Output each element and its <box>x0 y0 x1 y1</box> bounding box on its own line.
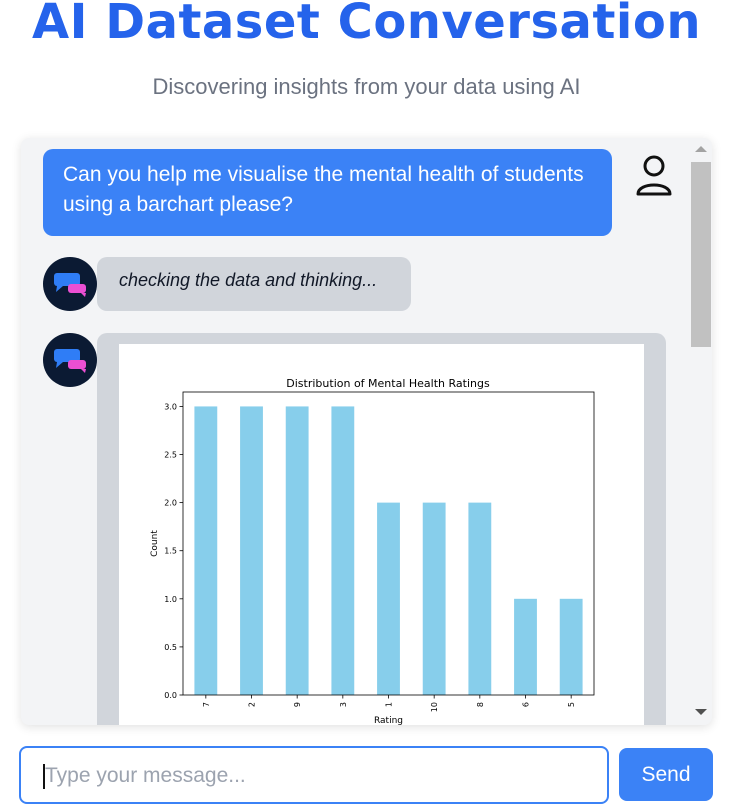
x-tick-label: 9 <box>293 702 302 707</box>
chart-bar <box>514 598 537 695</box>
x-tick-label: 2 <box>248 702 257 707</box>
bar-chart: Distribution of Mental Health Ratings 0.… <box>150 377 595 725</box>
user-message-bubble: Can you help me visualise the mental hea… <box>43 149 612 236</box>
x-tick-label: 6 <box>522 702 531 707</box>
x-tick-label: 8 <box>476 702 485 707</box>
chart-image: Distribution of Mental Health Ratings 0.… <box>119 344 644 725</box>
chart-bar <box>285 406 309 695</box>
chart-bar <box>194 406 218 695</box>
text-caret <box>43 764 45 789</box>
x-tick-label: 10 <box>430 702 439 712</box>
y-tick-label: 2.0 <box>164 499 177 508</box>
chat-bubbles-icon <box>54 349 86 373</box>
chart-bar <box>240 406 263 695</box>
ai-avatar <box>43 333 97 387</box>
y-tick-label: 1.5 <box>164 547 177 556</box>
chart-bar <box>422 502 446 695</box>
scroll-up-arrow-icon[interactable] <box>695 146 707 152</box>
chart-bar <box>559 598 583 695</box>
ai-chart-bubble: Distribution of Mental Health Ratings 0.… <box>97 333 666 725</box>
chat-panel[interactable]: Can you help me visualise the mental hea… <box>21 138 712 725</box>
x-tick-label: 3 <box>339 702 348 707</box>
message-input-wrapper[interactable] <box>19 746 609 804</box>
chart-x-label: Rating <box>374 716 403 725</box>
page-title: AI Dataset Conversation <box>32 0 701 50</box>
message-input[interactable] <box>43 761 587 791</box>
page-subtitle: Discovering insights from your data usin… <box>152 74 581 99</box>
send-button[interactable]: Send <box>619 748 713 801</box>
y-tick-label: 2.5 <box>164 451 177 460</box>
ai-thinking-bubble: checking the data and thinking... <box>97 257 411 311</box>
chart-bar <box>331 406 355 695</box>
x-tick-label: 5 <box>567 702 576 707</box>
y-tick-label: 1.0 <box>164 595 177 604</box>
scroll-down-arrow-icon[interactable] <box>695 709 707 715</box>
chat-scrollbar[interactable] <box>690 138 712 725</box>
y-tick-label: 3.0 <box>164 402 177 411</box>
scrollbar-thumb[interactable] <box>691 162 711 347</box>
chat-bubbles-icon <box>54 273 86 297</box>
chart-y-label: Count <box>150 530 160 557</box>
chart-bar <box>377 502 400 695</box>
y-tick-label: 0.5 <box>164 643 177 652</box>
chart-title: Distribution of Mental Health Ratings <box>286 377 490 390</box>
x-tick-label: 1 <box>385 702 394 707</box>
chart-bar <box>468 502 492 695</box>
x-tick-label: 7 <box>202 702 211 707</box>
ai-avatar <box>43 257 97 311</box>
y-tick-label: 0.0 <box>164 691 177 700</box>
user-outline-icon <box>635 154 675 198</box>
